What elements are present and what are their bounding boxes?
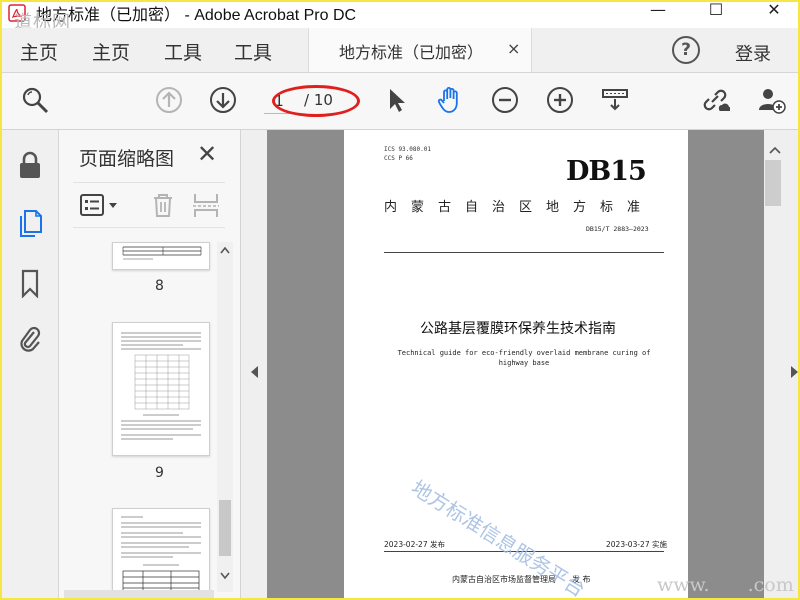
thumbnail-scroll-thumb[interactable]	[219, 500, 231, 556]
title-bar: 地方标准（已加密） - Adobe Acrobat Pro DC 道标网 — ☐…	[2, 2, 798, 33]
help-icon[interactable]: ?	[672, 36, 700, 64]
thumbnail-label-9: 9	[155, 465, 164, 481]
delete-page-icon[interactable]	[149, 191, 177, 219]
zoom-out-icon[interactable]	[490, 85, 520, 115]
standard-code: DB15	[566, 156, 647, 187]
top-divider	[384, 252, 664, 253]
highlight-ellipse	[272, 85, 360, 117]
thumbnail-panel: 页面缩略图 ✕ 8 9	[59, 130, 241, 598]
scroll-down-arrow-icon[interactable]	[220, 572, 230, 580]
thumbnail-page-9[interactable]	[112, 322, 210, 456]
thumbnail-options-icon[interactable]	[79, 193, 123, 217]
panel-toolbar	[73, 182, 225, 228]
watermark-bottom-right: www. .com	[657, 574, 794, 596]
document-view: ICS 93.080.01 CCS P 66 DB15 内蒙古自治区地方标准 D…	[241, 130, 798, 598]
publish-date: 2023-02-27 发布	[384, 540, 445, 549]
document-tab-close-icon[interactable]: ×	[507, 39, 520, 58]
window-title: 地方标准（已加密） - Adobe Acrobat Pro DC	[36, 7, 357, 24]
ccs-code: CCS P 66	[384, 155, 413, 162]
document-scroll-thumb[interactable]	[765, 160, 781, 206]
thumbnail-horizontal-scrollbar[interactable]	[64, 590, 214, 598]
next-page-icon[interactable]	[208, 85, 238, 115]
navigation-rail	[2, 130, 59, 598]
menu-tools[interactable]: 工具	[164, 38, 202, 65]
document-title-en: Technical guide for eco-friendly overlai…	[397, 349, 651, 367]
doc-scroll-up-icon[interactable]	[769, 146, 781, 154]
left-gutter[interactable]	[241, 130, 267, 598]
document-tab[interactable]: 地方标准（已加密） ×	[308, 28, 532, 72]
collapse-left-icon[interactable]	[251, 366, 258, 378]
bookmark-icon[interactable]	[16, 268, 44, 298]
thumbnail-label-8: 8	[155, 278, 164, 294]
lock-icon[interactable]	[16, 150, 44, 180]
document-title-cn: 公路基层覆膜环保养生技术指南	[420, 321, 616, 337]
panel-close-icon[interactable]: ✕	[197, 140, 217, 168]
paperclip-icon[interactable]	[16, 324, 44, 354]
add-user-icon[interactable]	[756, 85, 786, 115]
close-window-button[interactable]: ✕	[754, 2, 794, 22]
thumbnail-page-10[interactable]	[112, 508, 210, 596]
document-tab-label: 地方标准（已加密）	[339, 43, 484, 62]
menu-bar: 主页 主页 工具 工具 地方标准（已加密） × ? 登录	[2, 28, 798, 73]
scroll-mode-icon[interactable]	[600, 85, 630, 115]
select-cursor-icon[interactable]	[382, 85, 412, 115]
page-thumbnails-icon[interactable]	[16, 208, 44, 238]
pdf-page: ICS 93.080.01 CCS P 66 DB15 内蒙古自治区地方标准 D…	[344, 130, 688, 598]
hand-tool-icon[interactable]	[435, 85, 465, 115]
login-button[interactable]: 登录	[735, 40, 771, 66]
minimize-button[interactable]: —	[638, 2, 678, 22]
menu-home[interactable]: 主页	[20, 38, 58, 65]
previous-page-icon[interactable]	[154, 85, 184, 115]
app-window: 地方标准（已加密） - Adobe Acrobat Pro DC 道标网 — ☐…	[0, 0, 800, 600]
zoom-in-icon[interactable]	[545, 85, 575, 115]
maximize-button[interactable]: ☐	[696, 2, 736, 22]
scroll-up-arrow-icon[interactable]	[220, 246, 230, 254]
menu-tools-2[interactable]: 工具	[234, 38, 272, 65]
panel-title: 页面缩略图	[79, 148, 175, 170]
implement-date: 2023-03-27 实施	[606, 540, 667, 549]
toolbar: 1 / 10	[2, 73, 798, 130]
share-link-icon[interactable]	[700, 85, 730, 115]
region-standard-label: 内蒙古自治区地方标准	[384, 200, 655, 215]
extract-page-icon[interactable]	[191, 191, 221, 219]
search-icon[interactable]	[20, 85, 50, 115]
standard-number: DB15/T 2883—2023	[586, 225, 649, 233]
thumbnail-page-8[interactable]	[112, 242, 210, 270]
ics-code: ICS 93.080.01	[384, 146, 431, 153]
menu-home-2[interactable]: 主页	[92, 38, 130, 65]
expand-right-icon[interactable]	[791, 366, 798, 378]
